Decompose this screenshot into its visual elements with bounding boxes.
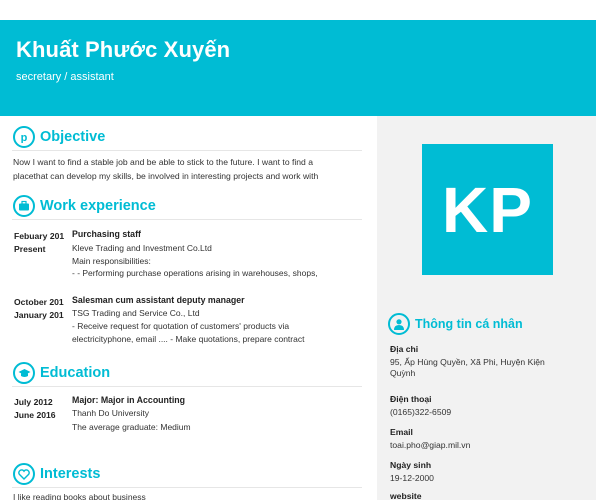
education-heading: Education [13,361,110,385]
job-title: Purchasing staff [72,229,141,239]
personal-heading: Thông tin cá nhân [388,312,523,336]
avatar: KP [422,144,553,275]
candidate-role: secretary / assistant [16,71,114,83]
job-date-from: Febuary 201 [14,231,65,241]
education-title: Education [40,365,111,381]
work-title: Work experience [40,198,156,214]
objective-text: Now I want to find a stable job and be a… [13,156,365,183]
address-value: 95, Ấp Hùng Quyền, Xã Phi, Huyện Kiện Qu… [390,357,590,379]
briefcase-icon [13,195,35,217]
job-detail: - Receive request for quotation of custo… [72,321,290,331]
email-value: toai.pho@giap.mil.vn [390,440,471,450]
address-line: Quỳnh [390,368,416,378]
website-label: website [390,491,422,500]
interests-text: I like reading books about business [13,492,146,500]
address-label: Địa chỉ [390,344,419,354]
education-major: Major: Major in Accounting [72,395,186,405]
svg-text:p: p [21,132,28,143]
personal-title: Thông tin cá nhân [415,317,523,331]
personal-sidebar: KP Thông tin cá nhân Địa chỉ 95, Ấp Hùng… [377,116,596,500]
graduation-cap-icon [13,362,35,384]
candidate-name: Khuất Phước Xuyến [16,37,231,62]
job-date-to: Present [14,244,46,254]
education-grade: The average graduate: Medium [72,422,191,432]
education-date-from: July 2012 [14,397,53,407]
email-label: Email [390,427,413,437]
address-line: 95, Ấp Hùng Quyền, Xã Phi, Huyện Kiện [390,357,545,367]
dob-label: Ngày sinh [390,460,432,470]
work-heading: Work experience [13,194,156,218]
job-detail: electricityphone, email .... - Make quot… [72,334,305,344]
job-title: Salesman cum assistant deputy manager [72,295,245,305]
heart-icon [13,463,35,485]
divider [12,150,362,151]
cv-header: Khuất Phước Xuyến secretary / assistant [0,20,596,116]
education-date-to: June 2016 [14,410,56,420]
phone-value: (0165)322-6509 [390,407,452,417]
education-school: Thanh Do University [72,408,150,418]
interests-title: Interests [40,466,101,482]
divider [12,386,362,387]
objective-heading: p Objective [13,125,105,149]
job-date-from: October 201 [14,297,64,307]
user-icon [388,313,410,335]
job-company: Kleve Trading and Investment Co.Ltd [72,243,212,253]
job-detail: - - Performing purchase operations arisi… [72,268,318,278]
job-company: TSG Trading and Service Co., Ltd [72,308,200,318]
divider [12,487,362,488]
objective-line: placethat can develop my skills, be invo… [13,170,319,181]
interests-heading: Interests [13,462,100,486]
job-date-to: January 201 [14,310,64,320]
pinterest-icon: p [13,126,35,148]
objective-line: Now I want to find a stable job and be a… [13,157,314,167]
dob-value: 19-12-2000 [390,473,434,483]
phone-label: Điện thoại [390,394,432,404]
divider [12,219,362,220]
job-detail: Main responsibilities: [72,256,151,266]
objective-title: Objective [40,129,106,145]
